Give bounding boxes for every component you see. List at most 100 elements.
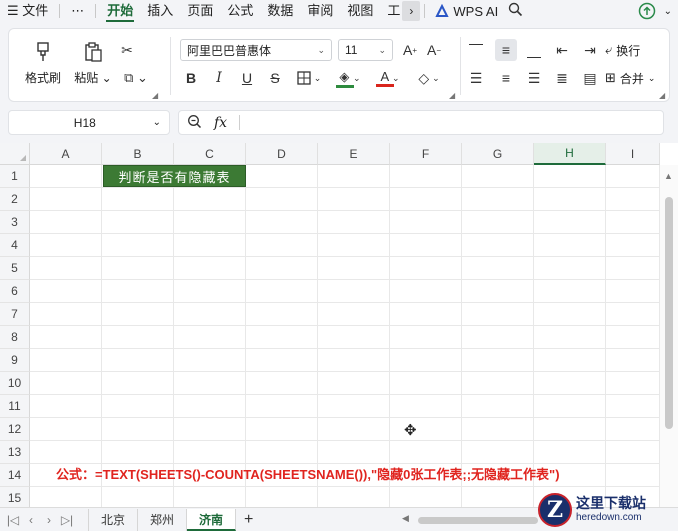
- chevron-down-icon[interactable]: ⌄: [153, 117, 161, 128]
- select-all-corner[interactable]: [0, 143, 30, 165]
- decrease-indent-icon[interactable]: ⇤: [551, 39, 573, 61]
- italic-button[interactable]: I: [208, 67, 230, 89]
- justify-icon[interactable]: ≣: [551, 67, 573, 89]
- cut-icon[interactable]: ✂: [116, 39, 138, 61]
- cell-cursor-icon: ✥: [404, 422, 417, 439]
- add-sheet-button[interactable]: +: [236, 511, 261, 529]
- name-box[interactable]: H18 ⌄: [8, 110, 170, 135]
- paste-button[interactable]: 粘贴 ⌄: [73, 37, 113, 89]
- column-header-d[interactable]: D: [246, 143, 318, 165]
- vertical-scroll-thumb[interactable]: [665, 197, 673, 429]
- row-header-3[interactable]: 3: [0, 211, 30, 234]
- scroll-up-icon[interactable]: ▲: [664, 171, 673, 181]
- clear-format-button[interactable]: ◇ ⌄: [412, 67, 446, 89]
- distribute-icon[interactable]: ▤: [579, 67, 601, 89]
- watermark-title: 这里下载站: [576, 495, 646, 512]
- row-header-4[interactable]: 4: [0, 234, 30, 257]
- row-header-12[interactable]: 12: [0, 418, 30, 441]
- copy-icon[interactable]: ⧉ ⌄: [119, 67, 153, 89]
- merge-button[interactable]: ⊞ 合并 ⌄: [605, 67, 655, 89]
- font-color-button[interactable]: A ⌄: [372, 65, 408, 91]
- tab-insert[interactable]: 插入: [140, 0, 180, 22]
- tab-data[interactable]: 数据: [260, 0, 300, 22]
- vertical-scrollbar[interactable]: ▲: [660, 165, 678, 507]
- row-header-13[interactable]: 13: [0, 441, 30, 464]
- font-expand-icon[interactable]: ◢: [449, 91, 455, 100]
- column-header-e[interactable]: E: [318, 143, 390, 165]
- underline-button[interactable]: U: [236, 67, 258, 89]
- sheet-tab-zhengzhou[interactable]: 郑州: [138, 508, 188, 531]
- row-header-5[interactable]: 5: [0, 257, 30, 280]
- row-header-6[interactable]: 6: [0, 280, 30, 303]
- align-center-icon[interactable]: ≡: [495, 67, 517, 89]
- first-sheet-icon[interactable]: |◁: [4, 513, 22, 527]
- row-header-8[interactable]: 8: [0, 326, 30, 349]
- next-sheet-icon[interactable]: ›: [40, 513, 58, 527]
- menu-file[interactable]: ☰ 文件: [0, 0, 55, 22]
- align-expand-icon[interactable]: ◢: [659, 91, 665, 100]
- chevron-down-icon[interactable]: ⌄: [664, 6, 672, 17]
- column-header-a[interactable]: A: [30, 143, 102, 165]
- increase-indent-icon[interactable]: ⇥: [579, 39, 601, 61]
- row-header-11[interactable]: 11: [0, 395, 30, 418]
- last-sheet-icon[interactable]: ▷|: [58, 513, 76, 527]
- search-icon[interactable]: [504, 2, 527, 20]
- row-header-10[interactable]: 10: [0, 372, 30, 395]
- align-top-icon[interactable]: ⎺: [465, 39, 487, 61]
- tab-review[interactable]: 审阅: [300, 0, 340, 22]
- wps-ai-button[interactable]: WPS AI: [429, 4, 504, 19]
- fx-icon[interactable]: fx: [214, 115, 227, 131]
- formula-input[interactable]: [252, 114, 655, 132]
- fill-color-swatch: [336, 84, 354, 88]
- column-header-f[interactable]: F: [390, 143, 462, 165]
- row-header-9[interactable]: 9: [0, 349, 30, 372]
- clipboard-icon: [85, 41, 102, 62]
- column-header-h[interactable]: H: [534, 143, 606, 165]
- align-bottom-icon[interactable]: ⎽: [523, 39, 545, 61]
- font-family-select[interactable]: 阿里巴巴普惠体 ⌄: [180, 39, 332, 61]
- clipboard-expand-icon[interactable]: ◢: [152, 91, 158, 100]
- fill-color-button[interactable]: ◈ ⌄: [332, 65, 368, 91]
- zoom-search-icon[interactable]: [187, 114, 202, 132]
- grid-row-line: [30, 348, 660, 349]
- tab-page[interactable]: 页面: [180, 0, 220, 22]
- sheet-tab-jinan[interactable]: 济南: [187, 508, 237, 531]
- align-middle-icon[interactable]: ≡: [495, 39, 517, 61]
- tab-home[interactable]: 开始: [100, 0, 140, 22]
- column-header-i[interactable]: I: [606, 143, 660, 165]
- increase-font-icon[interactable]: A +: [399, 39, 421, 61]
- cell-b1[interactable]: 判断是否有隐藏表: [103, 165, 246, 187]
- align-left-icon[interactable]: ☰: [465, 67, 487, 89]
- spreadsheet-grid[interactable]: ABCDEFGHI 1 2 3 4 5 6 7 8 9 10 11 12 13 14 15 判断是否有隐藏表…: [0, 143, 678, 507]
- formula-note-text[interactable]: 公式：=TEXT(SHEETS()-COUNTA(SHEETSNAME()),"…: [56, 464, 560, 483]
- tab-tools[interactable]: 工: [380, 0, 402, 22]
- grid-column-line: [101, 165, 102, 507]
- horizontal-scrollbar[interactable]: ◀: [400, 513, 550, 525]
- tab-view[interactable]: 视图: [340, 0, 380, 22]
- column-header-c[interactable]: C: [174, 143, 246, 165]
- border-button[interactable]: ⌄: [292, 67, 326, 89]
- column-header-g[interactable]: G: [462, 143, 534, 165]
- strikethrough-button[interactable]: S: [264, 67, 286, 89]
- menu-more[interactable]: ⋯: [64, 0, 91, 22]
- align-right-icon[interactable]: ☰: [523, 67, 545, 89]
- bold-button[interactable]: B: [180, 67, 202, 89]
- cloud-sync-icon[interactable]: [638, 2, 656, 20]
- menu-scroll-right-button[interactable]: ›: [402, 1, 421, 21]
- row-header-2[interactable]: 2: [0, 188, 30, 211]
- tab-formulas[interactable]: 公式: [220, 0, 260, 22]
- wrap-text-label: 换行: [616, 43, 641, 58]
- horizontal-scroll-thumb[interactable]: [418, 517, 538, 524]
- row-header-14[interactable]: 14: [0, 464, 30, 487]
- font-size-select[interactable]: 11 ⌄: [338, 39, 393, 61]
- column-header-b[interactable]: B: [102, 143, 174, 165]
- row-header-15[interactable]: 15: [0, 487, 30, 507]
- wrap-text-button[interactable]: ⤶ 换行: [605, 39, 640, 61]
- format-painter-button[interactable]: 格式刷: [23, 37, 63, 89]
- prev-sheet-icon[interactable]: ‹: [22, 513, 40, 527]
- decrease-font-icon[interactable]: A −: [423, 39, 445, 61]
- sheet-tab-beijing[interactable]: 北京: [88, 508, 139, 531]
- scroll-left-icon[interactable]: ◀: [402, 513, 409, 524]
- row-header-7[interactable]: 7: [0, 303, 30, 326]
- row-header-1[interactable]: 1: [0, 165, 30, 188]
